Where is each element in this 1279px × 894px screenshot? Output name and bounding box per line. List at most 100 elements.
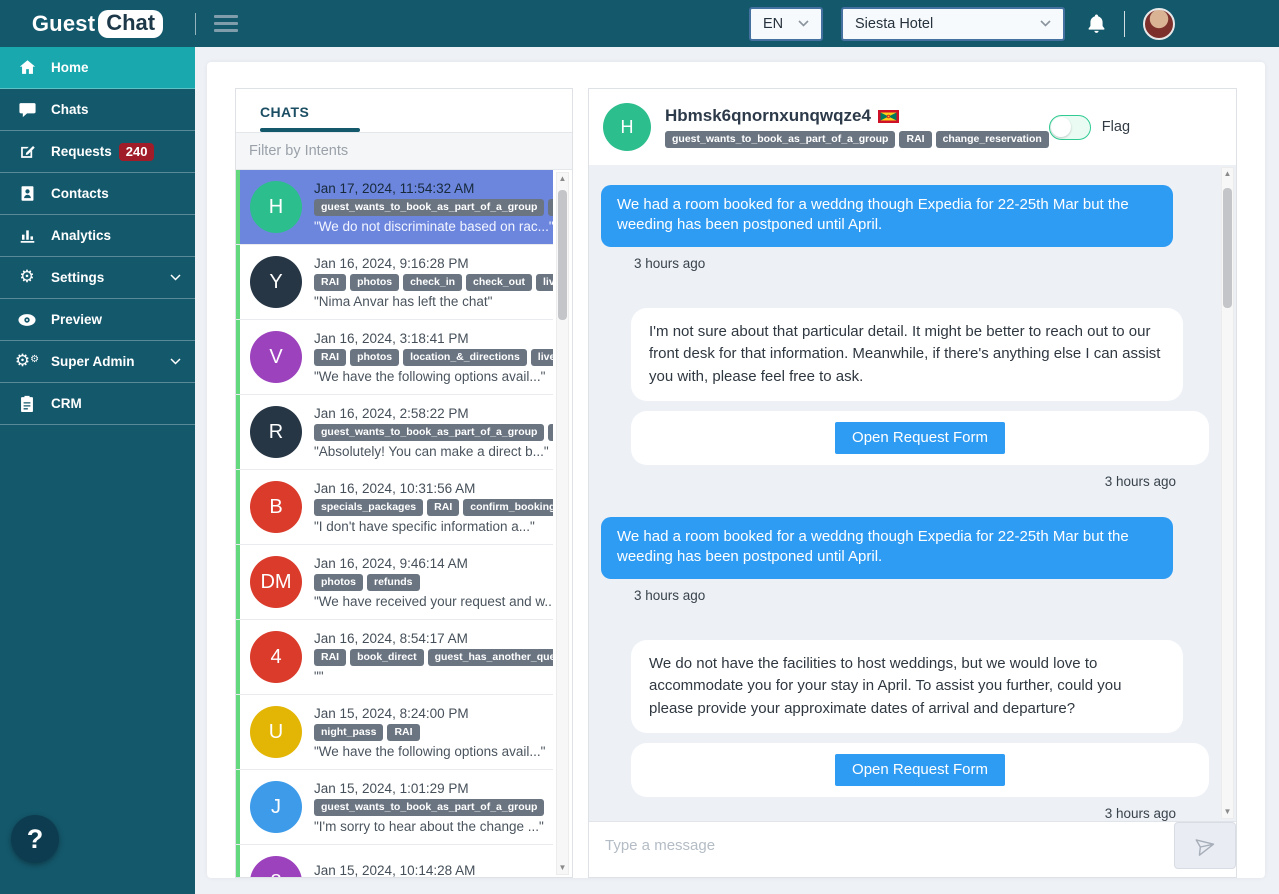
intent-tag: check_out: [466, 273, 532, 291]
intent-tag: guest_wants_to_book_as_part_of_a_group: [314, 423, 545, 441]
sidebar-item-chats[interactable]: Chats: [0, 89, 195, 131]
guest-message-row: We had a room booked for a weddng though…: [601, 185, 1194, 256]
sidebar-item-label: Settings: [51, 270, 105, 285]
requests-count-badge: 240: [118, 142, 155, 161]
chat-item-body: Jan 16, 2024, 3:18:41 PM RAI photos locatio…: [314, 331, 553, 384]
chat-item-body: Jan 17, 2024, 11:54:32 AM guest_wants_to_…: [314, 181, 553, 234]
chat-preview-text: "I'm sorry to hear about the change ...": [314, 818, 544, 834]
chat-list-item[interactable]: J Jan 15, 2024, 1:01:29 PM guest_wants_to_…: [236, 770, 553, 845]
sidebar-item-super-admin[interactable]: ⚙⚙ Super Admin: [0, 341, 195, 383]
chat-avatar: 4: [250, 631, 302, 683]
sidebar-item-label: Requests: [51, 144, 112, 159]
hotel-select[interactable]: Siesta Hotel: [841, 6, 1065, 41]
conversation-header: H Hbmsk6qnornxunqwqze4 guest_wants_to_bo…: [589, 89, 1236, 165]
chat-list: H Jan 17, 2024, 11:54:32 AM guest_wants_to…: [236, 170, 553, 877]
message-timestamp: 3 hours ago: [1104, 806, 1176, 821]
message-timestamp: 3 hours ago: [634, 587, 706, 603]
chat-avatar: B: [250, 481, 302, 533]
sidebar-item-label: Home: [51, 60, 89, 75]
flag-toggle-label: Flag: [1101, 119, 1131, 135]
logo-text-guest: Guest: [31, 10, 96, 36]
chat-list-item[interactable]: Y Jan 16, 2024, 9:16:28 PM RAI photos check_…: [236, 245, 553, 320]
intent-tag: RAI: [899, 131, 932, 148]
chat-list-item[interactable]: DM Jan 16, 2024, 9:46:14 AM photos refunds "…: [236, 545, 553, 620]
scrollbar-thumb[interactable]: [1223, 188, 1232, 308]
scroll-down-icon[interactable]: ▼: [1224, 806, 1232, 818]
clipboard-icon: [14, 395, 40, 412]
user-avatar[interactable]: [1143, 7, 1175, 40]
intent-tag: live_chat: [530, 348, 553, 366]
chat-date: Jan 16, 2024, 8:54:17 AM: [314, 630, 468, 646]
filter-by-intents-input[interactable]: [236, 133, 572, 169]
intent-tag: photos: [350, 273, 400, 291]
sidebar-item-analytics[interactable]: Analytics: [0, 215, 195, 257]
chat-avatar: DM: [250, 556, 302, 608]
chat-avatar: R: [250, 406, 302, 458]
chat-item-body: Jan 16, 2024, 9:16:28 PM RAI photos check_i…: [314, 256, 553, 309]
chats-tab-bar: CHATS: [236, 89, 572, 133]
scroll-down-icon[interactable]: ▼: [559, 862, 567, 874]
logo-divider: [195, 12, 196, 35]
chat-item-body: Jan 16, 2024, 10:31:56 AM specials_packag…: [314, 481, 553, 534]
intent-tag: guest_wants_to_book_as_part_of_a_group: [314, 198, 545, 216]
chat-item-body: Jan 15, 2024, 1:01:29 PM guest_wants_to_b…: [314, 781, 553, 834]
messages-scrollbar[interactable]: ▲ ▼: [1221, 167, 1234, 819]
chevron-down-icon: [170, 358, 181, 365]
intent-tag: book_direct: [350, 648, 424, 666]
gear-icon: ⚙: [19, 267, 35, 287]
chat-list-item[interactable]: R Jan 16, 2024, 2:58:22 PM guest_wants_to_…: [236, 395, 553, 470]
sidebar-item-requests[interactable]: Requests 240: [0, 131, 195, 173]
help-button[interactable]: ?: [11, 815, 59, 863]
scroll-up-icon[interactable]: ▲: [559, 173, 567, 185]
intent-tag: RAI: [427, 498, 460, 516]
intent-tag: refunds: [367, 573, 420, 591]
bot-message-bubble: I'm not sure about that particular detai…: [631, 307, 1183, 401]
language-select[interactable]: EN: [749, 6, 823, 41]
intent-tag: check_in: [403, 273, 463, 291]
messages-area: We had a room booked for a weddng though…: [589, 165, 1236, 821]
unread-indicator-bar: [236, 770, 240, 844]
chat-preview-text: "We have received your request and w...": [314, 593, 553, 609]
chat-intent-tags: guest_wants_to_book_as_part_of_a_groupRA…: [314, 198, 553, 216]
main-content-card: CHATS H Jan 17, 2024, 11:54:32 AM guest_wa…: [207, 62, 1265, 878]
chat-list-panel: CHATS H Jan 17, 2024, 11:54:32 AM guest_wa…: [235, 88, 573, 878]
scroll-up-icon[interactable]: ▲: [1224, 168, 1232, 180]
tab-chats[interactable]: CHATS: [260, 89, 309, 133]
chat-avatar: V: [250, 331, 302, 383]
chat-list-item[interactable]: U Jan 15, 2024, 8:24:00 PM night_pass RAI "W…: [236, 695, 553, 770]
open-request-form-button[interactable]: Open Request Form: [835, 422, 1005, 454]
chat-date: Jan 16, 2024, 10:31:56 AM: [314, 480, 476, 496]
message-input[interactable]: [589, 822, 1174, 869]
sidebar-item-contacts[interactable]: Contacts: [0, 173, 195, 215]
chat-list-item[interactable]: H Jan 17, 2024, 11:54:32 AM guest_wants_to…: [236, 170, 553, 245]
chat-list-item[interactable]: B Jan 16, 2024, 10:31:56 AM specials_packa…: [236, 470, 553, 545]
hamburger-menu-icon[interactable]: [214, 11, 238, 36]
sidebar-item-crm[interactable]: CRM: [0, 383, 195, 425]
sidebar-item-label: CRM: [51, 396, 82, 411]
sidebar-item-settings[interactable]: ⚙ Settings: [0, 257, 195, 299]
chat-intent-tags: guest_wants_to_book_as_part_of_a_group: [314, 798, 553, 816]
unread-indicator-bar: [236, 620, 240, 694]
unread-indicator-bar: [236, 170, 240, 244]
chat-preview-text: "We do not discriminate based on rac...": [314, 218, 553, 234]
chat-bubble-icon: [14, 101, 40, 118]
chat-list-item[interactable]: 4 Jan 16, 2024, 8:54:17 AM RAI book_direct g…: [236, 620, 553, 695]
sidebar-item-preview[interactable]: Preview: [0, 299, 195, 341]
hotel-value: Siesta Hotel: [855, 15, 934, 32]
sidebar-item-home[interactable]: Home: [0, 47, 195, 89]
home-icon: [14, 59, 40, 76]
sidebar-item-label: Analytics: [51, 228, 112, 243]
chat-avatar: 8: [250, 856, 302, 877]
eye-icon: [14, 313, 40, 327]
chevron-down-icon: [798, 20, 809, 27]
open-request-form-button[interactable]: Open Request Form: [835, 754, 1005, 786]
chat-list-item[interactable]: V Jan 16, 2024, 3:18:41 PM RAI photos locati…: [236, 320, 553, 395]
flag-toggle[interactable]: [1048, 114, 1091, 140]
chat-list-item[interactable]: 8 Jan 15, 2024, 10:14:28 AMRAIguest_wants…: [236, 845, 553, 877]
analytics-chart-icon: [14, 227, 40, 244]
scrollbar-thumb[interactable]: [558, 190, 567, 320]
chat-list-scrollbar[interactable]: ▲ ▼: [556, 172, 569, 875]
conversation-panel: H Hbmsk6qnornxunqwqze4 guest_wants_to_bo…: [588, 88, 1237, 878]
send-button[interactable]: [1174, 822, 1236, 869]
bell-icon[interactable]: [1087, 13, 1106, 34]
